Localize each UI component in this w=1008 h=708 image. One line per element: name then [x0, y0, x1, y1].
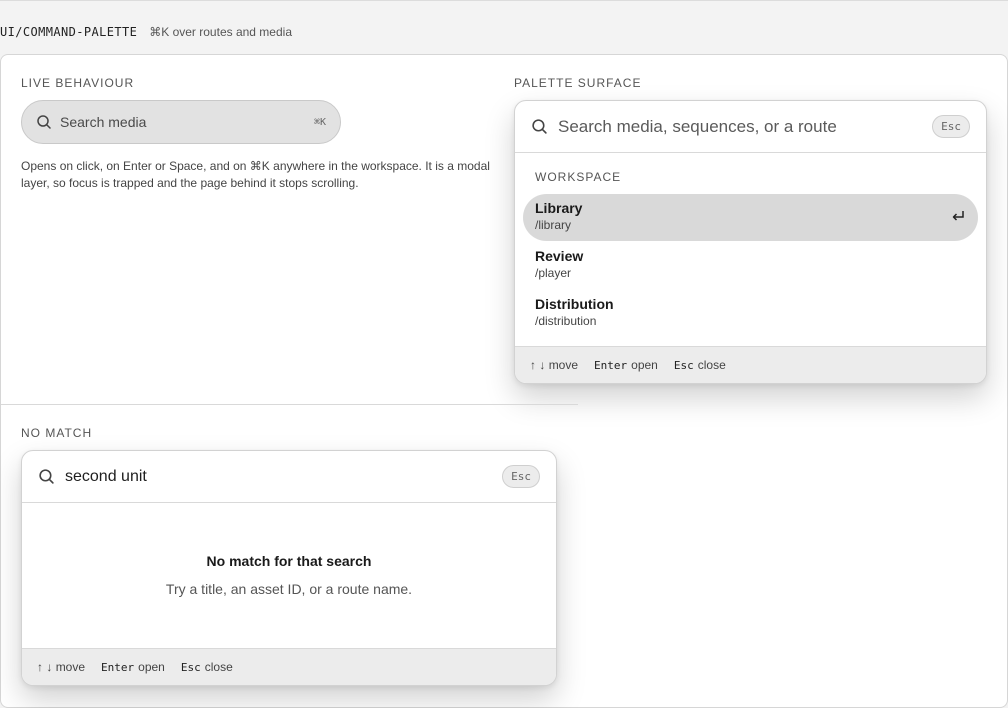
hint-close-label: close — [204, 660, 233, 674]
search-icon — [37, 115, 51, 129]
hint-move-label: move — [55, 660, 86, 674]
esc-button[interactable]: Esc — [932, 115, 970, 138]
hint-move-keys: ↑ ↓ — [37, 660, 53, 674]
section-divider — [1, 404, 578, 405]
hint-open-label: open — [138, 660, 165, 674]
palette-search-bar: second unit Esc — [22, 451, 556, 503]
hint-open-label: open — [631, 358, 658, 372]
palette-footer: ↑ ↓ move Enter open Esc close — [22, 648, 556, 685]
esc-button[interactable]: Esc — [502, 465, 540, 488]
hint-open-key: Enter — [101, 661, 135, 674]
hint-close: Esc close — [181, 660, 233, 674]
palette-footer: ↑ ↓ move Enter open Esc close — [515, 346, 986, 383]
group-label-workspace: WORKSPACE — [535, 170, 622, 184]
section-label-palette-surface: PALETTE SURFACE — [514, 76, 642, 90]
palette-item-library[interactable]: Library /library — [523, 194, 978, 241]
page-title: UI/COMMAND-PALETTE — [0, 25, 138, 39]
command-palette-no-match: second unit Esc No match for that search… — [21, 450, 557, 686]
hint-close-label: close — [697, 358, 726, 372]
enter-return-icon — [952, 211, 964, 221]
item-name: Distribution — [535, 296, 614, 312]
search-icon — [532, 119, 547, 134]
empty-state-hint: Try a title, an asset ID, or a route nam… — [165, 581, 413, 597]
item-name: Library — [535, 200, 583, 216]
palette-item-distribution[interactable]: Distribution /distribution — [523, 290, 978, 337]
palette-search-input[interactable]: second unit — [65, 468, 502, 486]
section-label-live-behaviour: LIVE BEHAVIOUR — [21, 76, 135, 90]
hint-close-key: Esc — [180, 661, 201, 674]
hint-move: ↑ ↓ move — [530, 358, 578, 372]
trigger-placeholder: Search media — [60, 114, 147, 130]
demo-frame: LIVE BEHAVIOUR Search media ⌘K Opens on … — [0, 54, 1008, 708]
palette-item-review[interactable]: Review /player — [523, 242, 978, 289]
page-subtitle: ⌘K over routes and media — [149, 25, 292, 39]
section-label-no-match: NO MATCH — [21, 426, 93, 440]
page-header: UI/COMMAND-PALETTE ⌘K over routes and me… — [0, 25, 292, 39]
palette-search-input[interactable]: Search media, sequences, or a route — [558, 117, 932, 137]
shortcut-hint: ⌘K — [313, 116, 326, 128]
top-border — [0, 0, 1008, 1]
hint-close-key: Esc — [673, 359, 694, 372]
hint-open-key: Enter — [594, 359, 628, 372]
hint-move-keys: ↑ ↓ — [530, 358, 546, 372]
item-route: /player — [535, 266, 572, 280]
behaviour-description: Opens on click, on Enter or Space, and o… — [21, 159, 490, 190]
item-name: Review — [535, 248, 584, 264]
hint-move: ↑ ↓ move — [37, 660, 85, 674]
hint-open: Enter open — [101, 660, 165, 674]
palette-search-bar: Search media, sequences, or a route Esc — [515, 101, 986, 153]
hint-move-label: move — [548, 358, 579, 372]
empty-state-title: No match for that search — [206, 553, 372, 569]
search-icon — [39, 469, 54, 484]
hint-close: Esc close — [674, 358, 726, 372]
item-route: /library — [535, 218, 572, 232]
item-route: /distribution — [535, 314, 597, 328]
command-palette: Search media, sequences, or a route Esc … — [514, 100, 987, 384]
palette-trigger-button[interactable]: Search media ⌘K — [21, 100, 341, 144]
hint-open: Enter open — [594, 358, 658, 372]
